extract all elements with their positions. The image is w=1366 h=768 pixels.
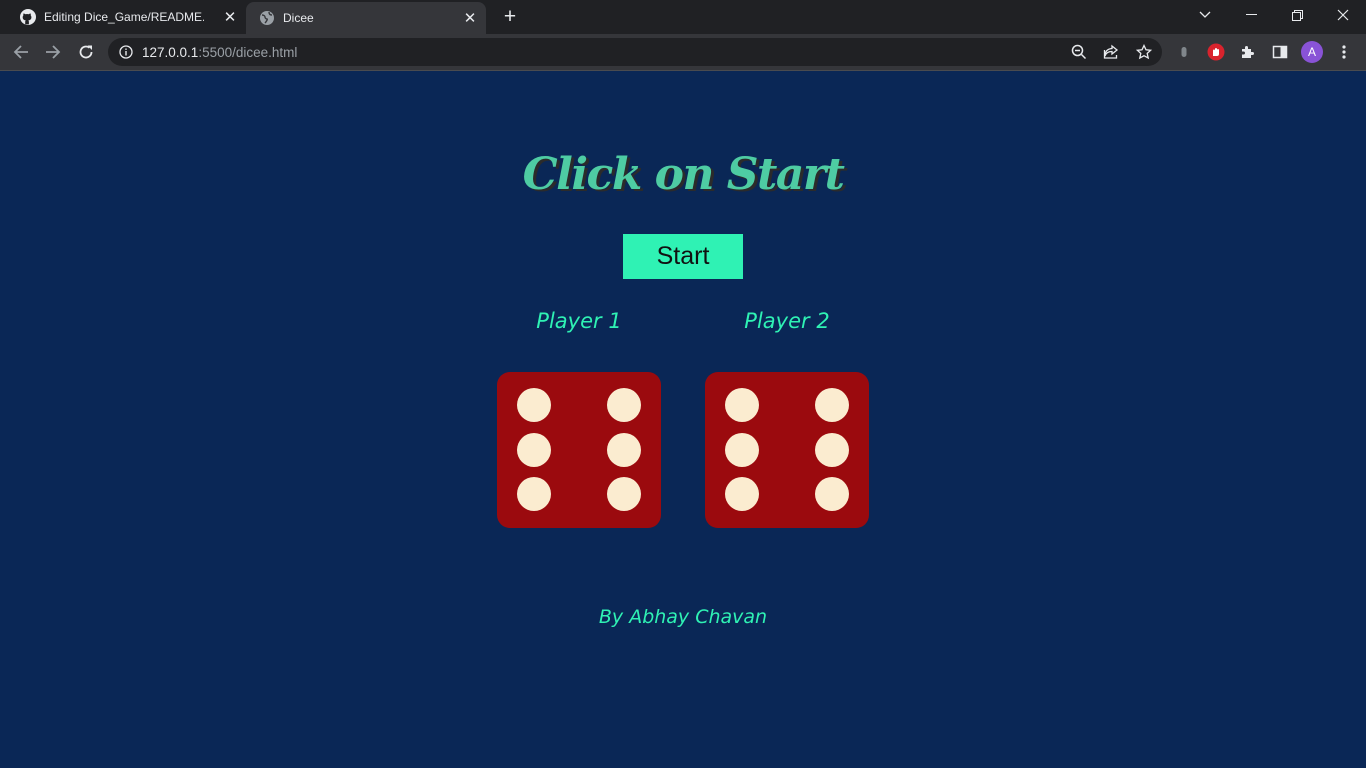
address-bar[interactable]: 127.0.0.1:5500/dicee.html	[108, 38, 1162, 66]
info-icon[interactable]	[118, 44, 134, 60]
die-pip	[815, 388, 849, 422]
die-pip	[517, 388, 551, 422]
die-pip	[725, 433, 759, 467]
player-2-label: Player 2	[744, 309, 830, 333]
die-pip	[517, 477, 551, 511]
extension-pin-icon[interactable]	[1173, 41, 1195, 63]
player-2-die	[705, 372, 869, 528]
share-icon[interactable]	[1101, 42, 1121, 62]
page-title: Click on Start	[522, 149, 845, 200]
author-credit: By Abhay Chavan	[598, 606, 768, 628]
close-tab-icon[interactable]: ✕	[222, 9, 238, 25]
profile-avatar[interactable]: A	[1301, 41, 1323, 63]
start-button[interactable]: Start	[623, 234, 743, 279]
die-pip	[607, 477, 641, 511]
reload-icon[interactable]	[73, 39, 99, 65]
die-pip	[725, 388, 759, 422]
close-tab-icon[interactable]: ✕	[462, 10, 478, 26]
bookmark-star-icon[interactable]	[1134, 42, 1154, 62]
zoom-icon[interactable]	[1069, 42, 1089, 62]
new-tab-button[interactable]: +	[498, 5, 522, 29]
die-pip	[607, 388, 641, 422]
browser-toolbar: 127.0.0.1:5500/dicee.html A	[0, 34, 1366, 71]
minimize-icon[interactable]	[1228, 0, 1274, 30]
restore-icon[interactable]	[1274, 0, 1320, 30]
die-pip	[517, 433, 551, 467]
url-host: 127.0.0.1	[142, 45, 199, 60]
back-arrow-icon[interactable]	[8, 39, 34, 65]
forward-arrow-icon[interactable]	[40, 39, 66, 65]
tab-readme[interactable]: Editing Dice_Game/README.md ✕	[8, 0, 246, 34]
adblock-icon[interactable]	[1205, 41, 1227, 63]
die-pip	[725, 477, 759, 511]
globe-icon	[259, 10, 275, 26]
tab-title: Dicee	[283, 11, 314, 25]
player-1-die	[497, 372, 661, 528]
tab-title: Editing Dice_Game/README.md	[44, 10, 204, 24]
side-panel-icon[interactable]	[1269, 41, 1291, 63]
die-pip	[607, 433, 641, 467]
github-icon	[20, 9, 36, 25]
tab-search-icon[interactable]	[1182, 0, 1228, 30]
player-1-label: Player 1	[536, 309, 622, 333]
url-path: :5500/dicee.html	[198, 45, 298, 60]
more-menu-icon[interactable]	[1333, 41, 1355, 63]
tab-strip: Editing Dice_Game/README.md ✕ Dicee ✕ +	[0, 0, 1366, 34]
page-content: Click on Start Start Player 1 Player 2 B…	[0, 71, 1366, 768]
die-pip	[815, 477, 849, 511]
close-window-icon[interactable]	[1320, 0, 1366, 30]
url-text[interactable]: 127.0.0.1:5500/dicee.html	[142, 45, 297, 60]
tab-dicee[interactable]: Dicee ✕	[246, 2, 486, 34]
die-pip	[815, 433, 849, 467]
extensions-puzzle-icon[interactable]	[1237, 41, 1259, 63]
